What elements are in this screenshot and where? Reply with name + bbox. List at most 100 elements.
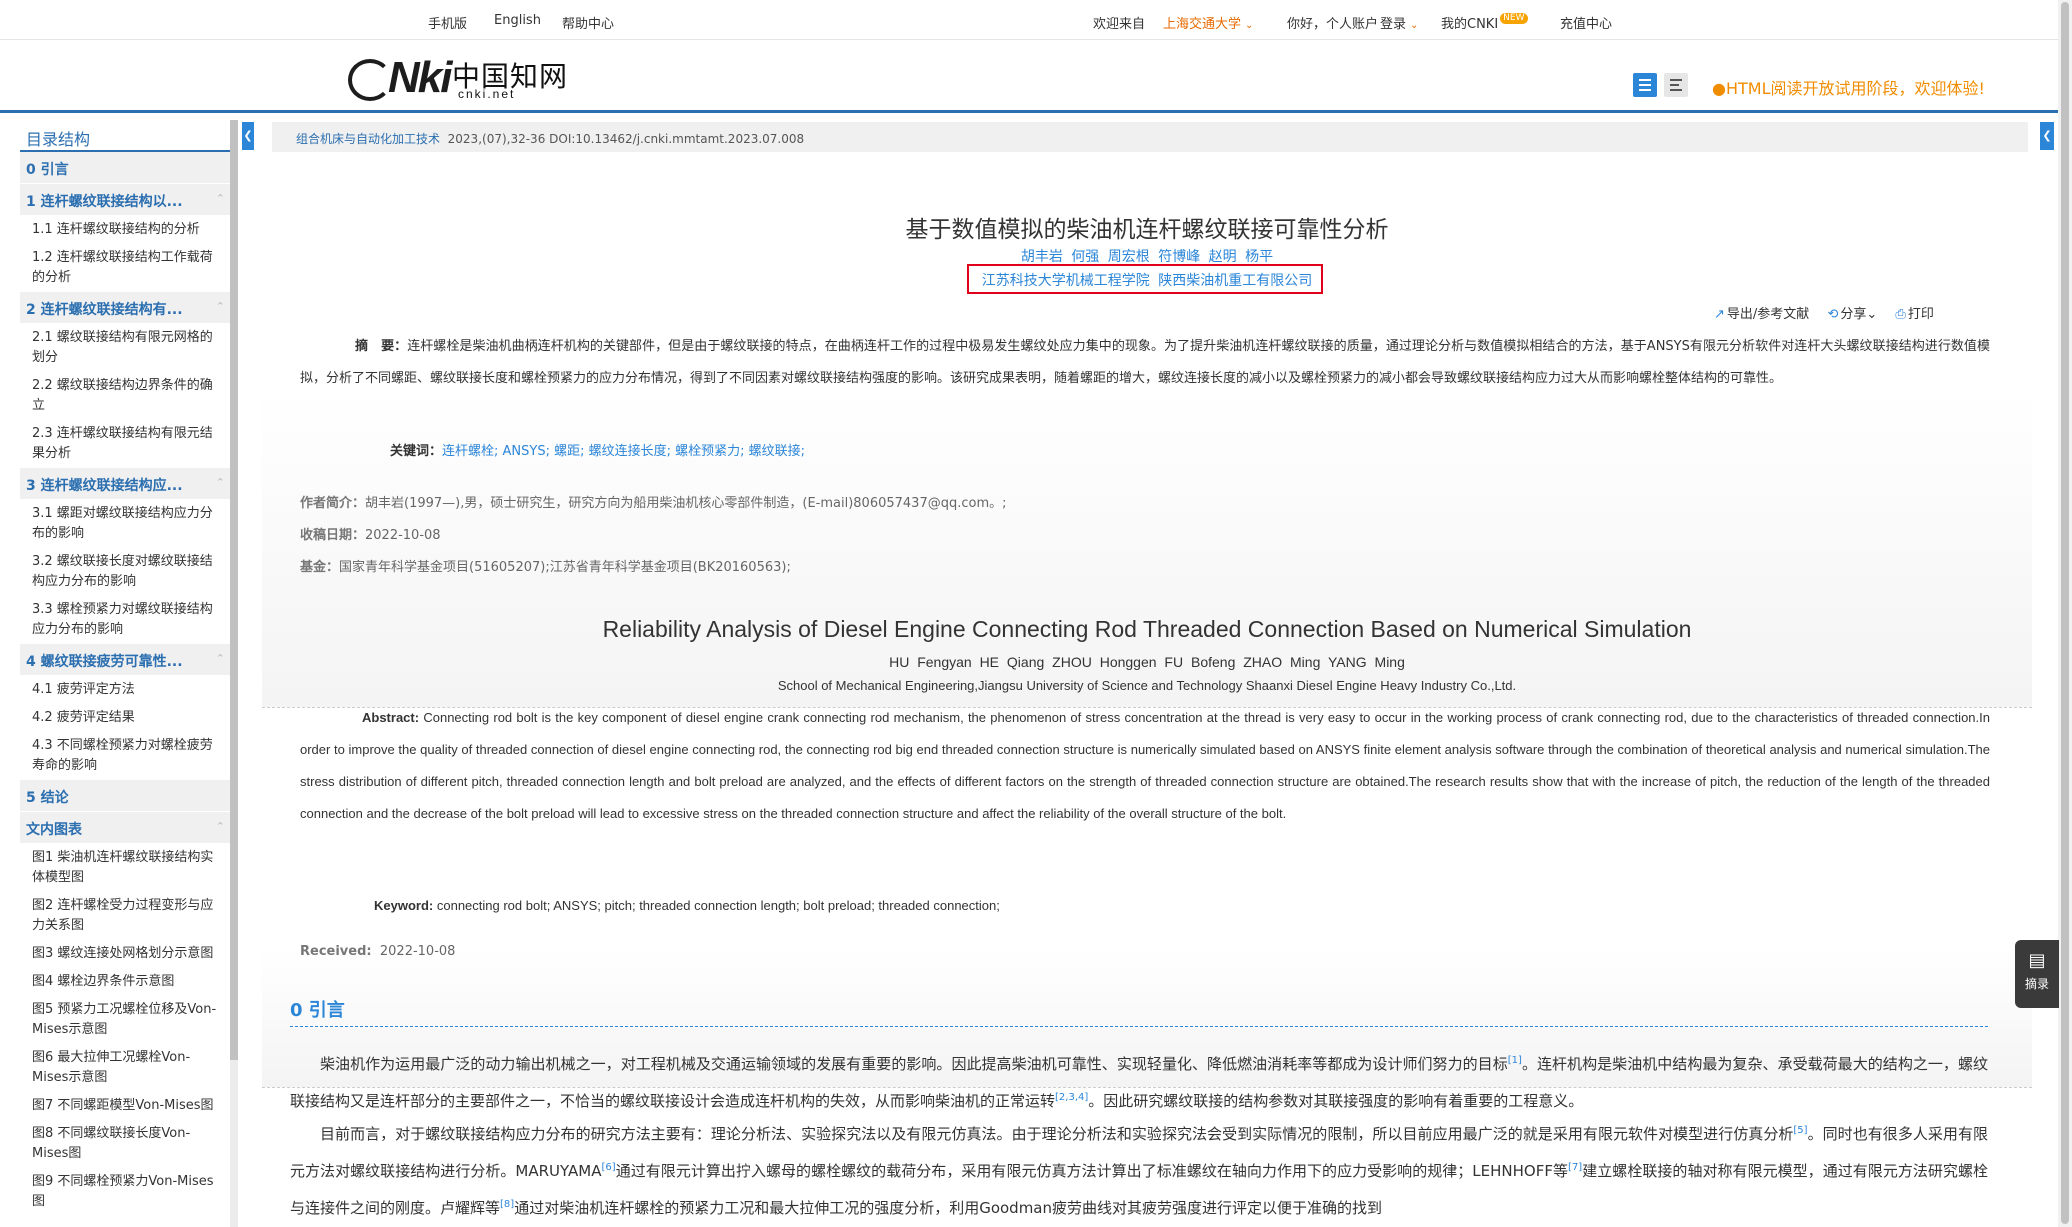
abstract-zh: 摘 要：连杆螺栓是柴油机曲柄连杆机构的关键部件，但是由于螺纹联接的特点，在曲柄连…	[300, 331, 1990, 395]
toc-item[interactable]: 4.3 不同螺栓预紧力对螺栓疲劳寿命的影响	[20, 732, 231, 780]
toc-item[interactable]: 1.1 连杆螺纹联接结构的分析	[20, 216, 231, 244]
chevron-down-icon: ⌄	[1410, 20, 1419, 31]
source-bar: 组合机床与自动化加工技术 2023,(07),32-36 DOI:10.1346…	[272, 122, 2028, 152]
toc-item[interactable]: 3.2 螺纹联接长度对螺纹联接结构应力分布的影响	[20, 548, 231, 596]
chevron-up-icon[interactable]: ⌃	[216, 820, 225, 833]
toc-item[interactable]: 2.1 螺纹联接结构有限元网格的划分	[20, 324, 231, 372]
ref-link[interactable]: [6]	[602, 1162, 616, 1173]
ref-link[interactable]: [2,3,4]	[1055, 1092, 1088, 1103]
help-center-link[interactable]: 帮助中心	[562, 13, 614, 32]
ref-link[interactable]: [1]	[1508, 1055, 1522, 1066]
abstract-en: Abstract: Connecting rod bolt is the key…	[300, 702, 1990, 830]
chevron-up-icon[interactable]: ⌃	[216, 652, 225, 665]
ref-link[interactable]: [7]	[1568, 1162, 1582, 1173]
affiliations-en: School of Mechanical Engineering,Jiangsu…	[777, 678, 1517, 693]
site-header: Nki 中国知网 cnki.net ●HTML阅读开放试用阶段，欢迎体验!	[0, 41, 2060, 113]
section-divider	[290, 1026, 1988, 1027]
toc-section-label: 5 结论	[26, 790, 69, 806]
keywords-en-label: Keyword:	[374, 898, 434, 913]
keywords-zh-values[interactable]: 连杆螺栓; ANSYS; 螺距; 螺纹连接长度; 螺栓预紧力; 螺纹联接;	[442, 444, 805, 459]
collapse-right-icon[interactable]: ❮	[2040, 122, 2054, 150]
cnki-logo[interactable]: Nki 中国知网 cnki.net	[348, 49, 568, 105]
toc-item[interactable]: 4.1 疲劳评定方法	[20, 676, 231, 704]
toc-item[interactable]: 图9 不同螺栓预紧力Von-Mises图	[20, 1168, 231, 1216]
outline-view-button[interactable]	[1633, 73, 1657, 97]
page-scroll-thumb[interactable]	[2061, 2, 2069, 1224]
english-link[interactable]: English	[494, 13, 541, 28]
toc-title: 目录结构	[20, 120, 231, 152]
toc-item[interactable]: 图3 螺纹连接处网格划分示意图	[20, 940, 231, 968]
welcome-text: 欢迎来自	[1093, 17, 1146, 32]
toc-section-label: 2 连杆螺纹联接结构有...	[26, 302, 183, 318]
received-date-zh: 收稿日期：2022-10-08	[300, 524, 441, 543]
chevron-up-icon[interactable]: ⌃	[216, 476, 225, 489]
my-cnki-link[interactable]: 我的CNKI NEW	[1441, 13, 1528, 32]
journal-link[interactable]: 组合机床与自动化加工技术	[296, 132, 440, 146]
chevron-up-icon[interactable]: ⌃	[216, 192, 225, 205]
export-button[interactable]: ↗ 导出/参考文献	[1714, 307, 1809, 322]
toc-item[interactable]: 4.2 疲劳评定结果	[20, 704, 231, 732]
logo-text: Nki	[388, 53, 453, 102]
toc-item[interactable]: 2.2 螺纹联接结构边界条件的确立	[20, 372, 231, 420]
page-scrollbar[interactable]	[2058, 0, 2072, 1227]
authors-en: HU Fengyan HE Qiang ZHOU Honggen FU Bofe…	[889, 654, 1405, 670]
login-label: 登录	[1380, 17, 1407, 32]
recharge-link[interactable]: 充值中心	[1560, 13, 1612, 32]
toc-section[interactable]: 4 螺纹联接疲劳可靠性... ⌃	[20, 644, 231, 676]
keywords-zh-label: 关键词：	[390, 444, 443, 459]
institution-label: 上海交通大学	[1163, 17, 1242, 32]
received-en-label: Received:	[300, 944, 372, 959]
chevron-up-icon[interactable]: ⌃	[216, 300, 225, 313]
toc-item[interactable]: 3.1 螺距对螺纹联接结构应力分布的影响	[20, 500, 231, 548]
article-main: 组合机床与自动化加工技术 2023,(07),32-36 DOI:10.1346…	[262, 118, 2032, 1227]
article-tools: ↗ 导出/参考文献 ⟲ 分享⌄ ⎙ 打印	[1714, 303, 1948, 322]
fulltext-view-button[interactable]	[1664, 73, 1688, 97]
toc-item[interactable]: 图7 不同螺距模型Von-Mises图	[20, 1092, 231, 1120]
toc-section-label: 0 引言	[26, 162, 69, 178]
abstract-en-label: Abstract:	[362, 710, 420, 725]
keywords-en-values: connecting rod bolt; ANSYS; pitch; threa…	[436, 898, 1000, 913]
print-icon: ⎙	[1895, 307, 1906, 322]
toc-item[interactable]: 图4 螺栓边界条件示意图	[20, 968, 231, 996]
toc-item[interactable]: 图2 连杆螺栓受力过程变形与应力关系图	[20, 892, 231, 940]
toc-section[interactable]: 2 连杆螺纹联接结构有... ⌃	[20, 292, 231, 324]
authors-zh[interactable]: 胡丰岩 何强 周宏根 符博峰 赵明 杨平	[262, 246, 2032, 266]
chevron-down-icon: ⌄	[1245, 20, 1254, 31]
print-button[interactable]: ⎙ 打印	[1895, 307, 1933, 322]
fund-info: 基金：国家青年科学基金项目(51605207);江苏省青年科学基金项目(BK20…	[300, 556, 791, 575]
toc-item[interactable]: 1.2 连杆螺纹联接结构工作载荷的分析	[20, 244, 231, 292]
toc-scrollbar[interactable]	[230, 120, 238, 1227]
share-button[interactable]: ⟲ 分享⌄	[1827, 307, 1877, 322]
abstract-en-text: Connecting rod bolt is the key component…	[300, 710, 1990, 821]
toc-section-label: 3 连杆螺纹联接结构应...	[26, 478, 183, 494]
ref-link[interactable]: [8]	[500, 1199, 514, 1210]
toc-section[interactable]: 1 连杆螺纹联接结构以... ⌃	[20, 184, 231, 216]
ref-link[interactable]: [5]	[1793, 1125, 1807, 1136]
login-dropdown[interactable]: 登录 ⌄	[1380, 13, 1418, 32]
toc-item[interactable]: 图6 最大拉伸工况螺栓Von-Mises示意图	[20, 1044, 231, 1092]
excerpt-button[interactable]: ▤ 摘录	[2015, 940, 2059, 1008]
collapse-left-icon[interactable]: ❮	[242, 122, 254, 150]
toc-section[interactable]: 0 引言	[20, 152, 231, 184]
toc-section[interactable]: 5 结论	[20, 780, 231, 812]
toc-item[interactable]: 图5 预紧力工况螺栓位移及Von-Mises示意图	[20, 996, 231, 1044]
toc-scroll-thumb[interactable]	[230, 120, 238, 1060]
abstract-zh-label: 摘 要：	[355, 339, 408, 354]
toc-section[interactable]: 文内图表 ⌃	[20, 812, 231, 844]
toc-section[interactable]: 3 连杆螺纹联接结构应... ⌃	[20, 468, 231, 500]
institution-dropdown[interactable]: 上海交通大学 ⌄	[1163, 13, 1253, 32]
html-trial-notice: ●HTML阅读开放试用阶段，欢迎体验!	[1712, 79, 1985, 98]
toc-item[interactable]: 图8 不同螺纹联接长度Von-Mises图	[20, 1120, 231, 1168]
greeting-text: 你好，个人账户	[1287, 17, 1379, 32]
toc-item[interactable]: 3.3 螺栓预紧力对螺纹联接结构应力分布的影响	[20, 596, 231, 644]
toc-section-label: 文内图表	[26, 822, 82, 838]
received-date-en: Received: 2022-10-08	[300, 944, 455, 959]
mobile-link[interactable]: 手机版	[428, 13, 467, 32]
toc-item[interactable]: 2.3 连杆螺纹联接结构有限元结果分析	[20, 420, 231, 468]
received-en-value: 2022-10-08	[379, 944, 456, 959]
affiliations-zh[interactable]: 江苏科技大学机械工程学院 陕西柴油机重工有限公司	[262, 270, 2032, 290]
logo-domain: cnki.net	[458, 87, 516, 101]
body-paragraph-2: 目前而言，对于螺纹联接结构应力分布的研究方法主要有：理论分析法、实验探究法以及有…	[290, 1125, 1988, 1217]
my-cnki-label: 我的CNKI	[1441, 17, 1499, 32]
toc-item[interactable]: 图1 柴油机连杆螺纹联接结构实体模型图	[20, 844, 231, 892]
